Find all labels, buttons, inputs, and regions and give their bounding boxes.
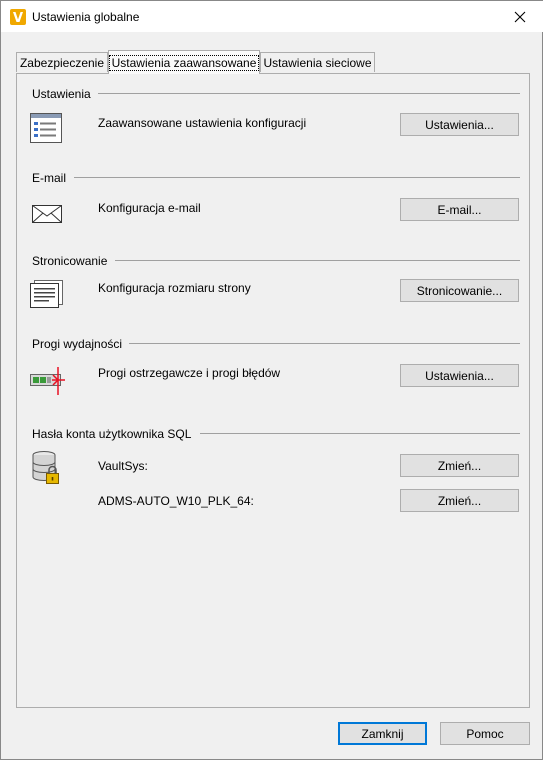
envelope-icon <box>32 205 62 226</box>
tab-security-label: Zabezpieczenie <box>19 55 105 70</box>
performance-description: Progi ostrzegawcze i progi błędów <box>98 366 281 380</box>
advanced-settings-panel: Ustawienia Zaawansowane ustawienia konfi… <box>16 73 530 708</box>
close-icon <box>514 11 526 22</box>
section-title-email: E-mail <box>32 171 67 185</box>
threshold-gauge-icon <box>30 366 66 399</box>
database-lock-icon <box>32 451 62 488</box>
sql-account-label-vaultsys: VaultSys: <box>98 459 148 473</box>
tab-network-settings[interactable]: Ustawienia sieciowe <box>260 52 375 72</box>
window-title: Ustawienia globalne <box>32 10 140 24</box>
change-password-button-adms[interactable]: Zmień... <box>400 489 519 512</box>
email-description: Konfiguracja e-mail <box>98 201 201 215</box>
tab-advanced-settings[interactable]: Ustawienia zaawansowane <box>108 50 260 74</box>
sql-account-label-adms: ADMS-AUTO_W10_PLK_64: <box>98 494 254 508</box>
dialog-window: Ustawienia globalne Zabezpieczenie Ustaw… <box>0 0 543 760</box>
section-title-performance: Progi wydajności <box>32 337 123 351</box>
settings-list-icon <box>29 112 63 147</box>
vault-app-icon <box>10 9 26 25</box>
close-window-button[interactable] <box>497 1 543 32</box>
paging-button[interactable]: Stronicowanie... <box>400 279 519 302</box>
separator <box>115 260 520 261</box>
paging-description: Konfiguracja rozmiaru strony <box>98 281 251 295</box>
separator <box>74 177 520 178</box>
separator <box>98 93 520 94</box>
performance-settings-button[interactable]: Ustawienia... <box>400 364 519 387</box>
section-title-sql: Hasła konta użytkownika SQL <box>32 427 192 441</box>
section-title-paging: Stronicowanie <box>32 254 108 268</box>
tab-security[interactable]: Zabezpieczenie <box>16 52 108 72</box>
separator <box>200 433 520 434</box>
document-pages-icon <box>30 280 64 311</box>
title-bar: Ustawienia globalne <box>1 1 543 32</box>
change-password-button-vaultsys[interactable]: Zmień... <box>400 454 519 477</box>
separator <box>129 343 520 344</box>
help-button[interactable]: Pomoc <box>440 722 530 745</box>
advanced-settings-button[interactable]: Ustawienia... <box>400 113 519 136</box>
section-title-settings: Ustawienia <box>32 87 91 101</box>
tab-advanced-settings-label: Ustawienia zaawansowane <box>108 54 260 71</box>
close-button[interactable]: Zamknij <box>338 722 427 745</box>
settings-description: Zaawansowane ustawienia konfiguracji <box>98 116 307 130</box>
tab-network-settings-label: Ustawienia sieciowe <box>263 55 372 70</box>
email-button[interactable]: E-mail... <box>400 198 519 221</box>
